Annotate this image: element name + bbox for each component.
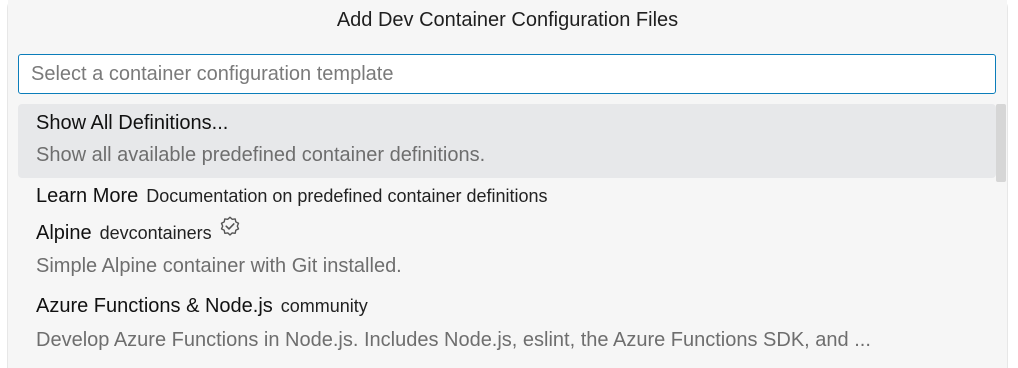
item-label: Azure Functions & Node.js xyxy=(36,295,273,317)
page: Add Dev Container Configuration Files Sh… xyxy=(0,0,1018,368)
item-label-line: Azure Functions & Node.js community xyxy=(36,292,368,320)
template-list: Show All Definitions... Show all availab… xyxy=(18,104,996,368)
item-label: Learn More xyxy=(36,185,139,207)
item-description: Simple Alpine container with Git install… xyxy=(36,255,402,277)
search-input-container[interactable] xyxy=(18,54,996,94)
list-scrollbar[interactable] xyxy=(996,104,1006,182)
list-item-azure-functions-nodejs[interactable]: Azure Functions & Node.js community Devel… xyxy=(18,290,996,368)
item-detail: community xyxy=(280,296,368,316)
search-input[interactable] xyxy=(19,55,995,93)
verified-badge-icon xyxy=(218,215,242,249)
list-item-show-all-definitions[interactable]: Show All Definitions... Show all availab… xyxy=(18,104,996,178)
quick-pick-panel: Add Dev Container Configuration Files Sh… xyxy=(8,0,1007,368)
item-detail: Documentation on predefined container de… xyxy=(146,186,548,206)
item-label: Show All Definitions... xyxy=(36,112,229,134)
list-item-alpine[interactable]: Alpine devcontainers Simple Alpine contai… xyxy=(18,215,996,284)
item-label-line: Alpine devcontainers xyxy=(36,215,242,249)
item-description: Develop Azure Functions in Node.js. Incl… xyxy=(36,329,871,351)
item-description: Show all available predefined container … xyxy=(36,144,486,166)
item-label: Alpine xyxy=(36,222,92,245)
item-label-line: Show All Definitions... xyxy=(36,109,228,137)
item-detail: devcontainers xyxy=(99,223,212,244)
item-label-line: Learn More Documentation on predefined co… xyxy=(36,182,548,210)
dialog-title: Add Dev Container Configuration Files xyxy=(8,0,1007,40)
list-item-learn-more[interactable]: Learn More Documentation on predefined co… xyxy=(18,182,996,216)
